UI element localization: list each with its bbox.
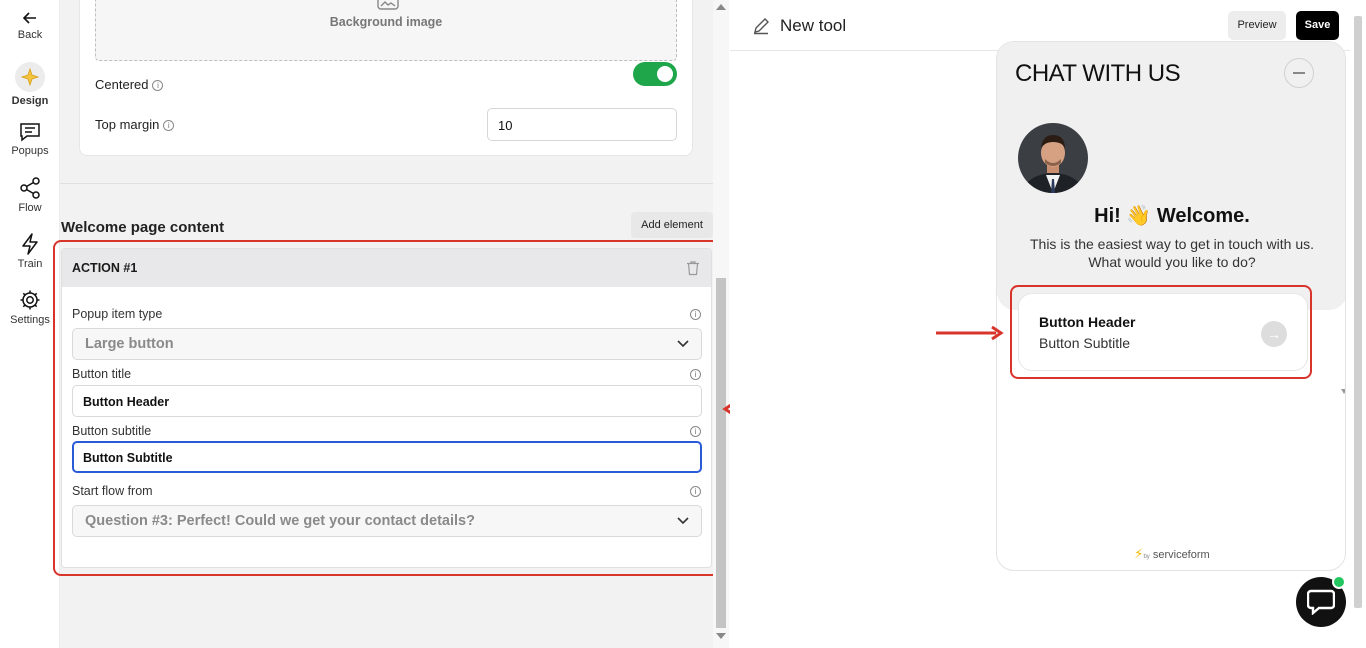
annotation-arrow-right xyxy=(936,325,1004,341)
nav-settings-label: Settings xyxy=(10,314,50,326)
nav-flow-label: Flow xyxy=(18,202,42,214)
background-image-dropzone[interactable]: Background image xyxy=(95,0,677,61)
top-margin-label: Top margin i xyxy=(95,117,175,132)
scroll-thumb[interactable] xyxy=(716,278,726,628)
powered-by-text: by xyxy=(1143,554,1150,560)
scroll-down-icon[interactable] xyxy=(1341,389,1345,394)
top-margin-text: Top margin xyxy=(95,117,160,132)
centered-label: Centered i xyxy=(95,77,164,92)
image-icon xyxy=(377,0,399,10)
avatar xyxy=(1018,123,1088,193)
nav-back-label: Back xyxy=(17,29,43,41)
sparkle-icon xyxy=(15,62,45,92)
add-element-button[interactable]: Add element xyxy=(631,212,713,238)
nav-train[interactable]: Train xyxy=(0,233,60,270)
welcome-heading: Hi! 👋 Welcome. xyxy=(1094,205,1250,227)
nav-back[interactable]: Back xyxy=(0,10,60,41)
nav-popups-label: Popups xyxy=(11,145,49,157)
save-button[interactable]: Save xyxy=(1296,11,1339,40)
gear-icon xyxy=(20,290,40,310)
centered-toggle[interactable] xyxy=(633,62,677,86)
nav-design-label: Design xyxy=(11,95,49,107)
scroll-thumb[interactable] xyxy=(1354,16,1362,608)
nav-flow[interactable]: Flow xyxy=(0,177,60,214)
centered-text: Centered xyxy=(95,77,149,92)
brand-name: serviceform xyxy=(1152,549,1210,561)
preview-scrollbar[interactable] xyxy=(1350,0,1366,648)
info-icon: i xyxy=(152,80,164,91)
chat-bubble-icon xyxy=(1307,589,1335,615)
nav-train-label: Train xyxy=(17,258,43,270)
highlight-box xyxy=(1010,285,1312,379)
lightning-icon xyxy=(22,233,38,255)
online-status-dot xyxy=(1332,575,1346,589)
welcome-description: This is the easiest way to get in touch … xyxy=(1029,236,1315,270)
section-title: Welcome page content xyxy=(61,219,225,236)
powered-by[interactable]: ⚡by serviceform xyxy=(997,546,1345,562)
widget-title: CHAT WITH US xyxy=(1015,60,1181,87)
arrow-left-icon xyxy=(22,12,36,24)
top-margin-input[interactable]: 10 xyxy=(487,108,677,141)
chat-launcher-button[interactable] xyxy=(1296,575,1346,627)
tool-title[interactable]: New tool xyxy=(780,16,846,36)
preview-button[interactable]: Preview xyxy=(1228,11,1286,40)
minimize-icon[interactable] xyxy=(1284,58,1314,88)
background-settings-card: Background image Centered i Top margin i 1… xyxy=(79,0,693,156)
scroll-down-icon[interactable] xyxy=(716,633,726,639)
widget-scrollbar[interactable] xyxy=(1341,304,1345,394)
nav-popups[interactable]: Popups xyxy=(0,122,60,157)
divider xyxy=(60,183,713,184)
info-icon: i xyxy=(163,120,175,131)
background-image-label: Background image xyxy=(329,15,443,29)
left-nav: Back Design Popups Flow Train Settings xyxy=(0,0,60,648)
highlight-box xyxy=(53,240,720,576)
panel-scrollbar[interactable] xyxy=(713,0,729,648)
nav-settings[interactable]: Settings xyxy=(0,289,60,326)
nav-design[interactable]: Design xyxy=(0,62,60,107)
share-nodes-icon xyxy=(20,177,40,199)
message-square-icon xyxy=(20,123,40,142)
pencil-icon[interactable] xyxy=(752,17,770,35)
scroll-up-icon[interactable] xyxy=(716,4,726,10)
